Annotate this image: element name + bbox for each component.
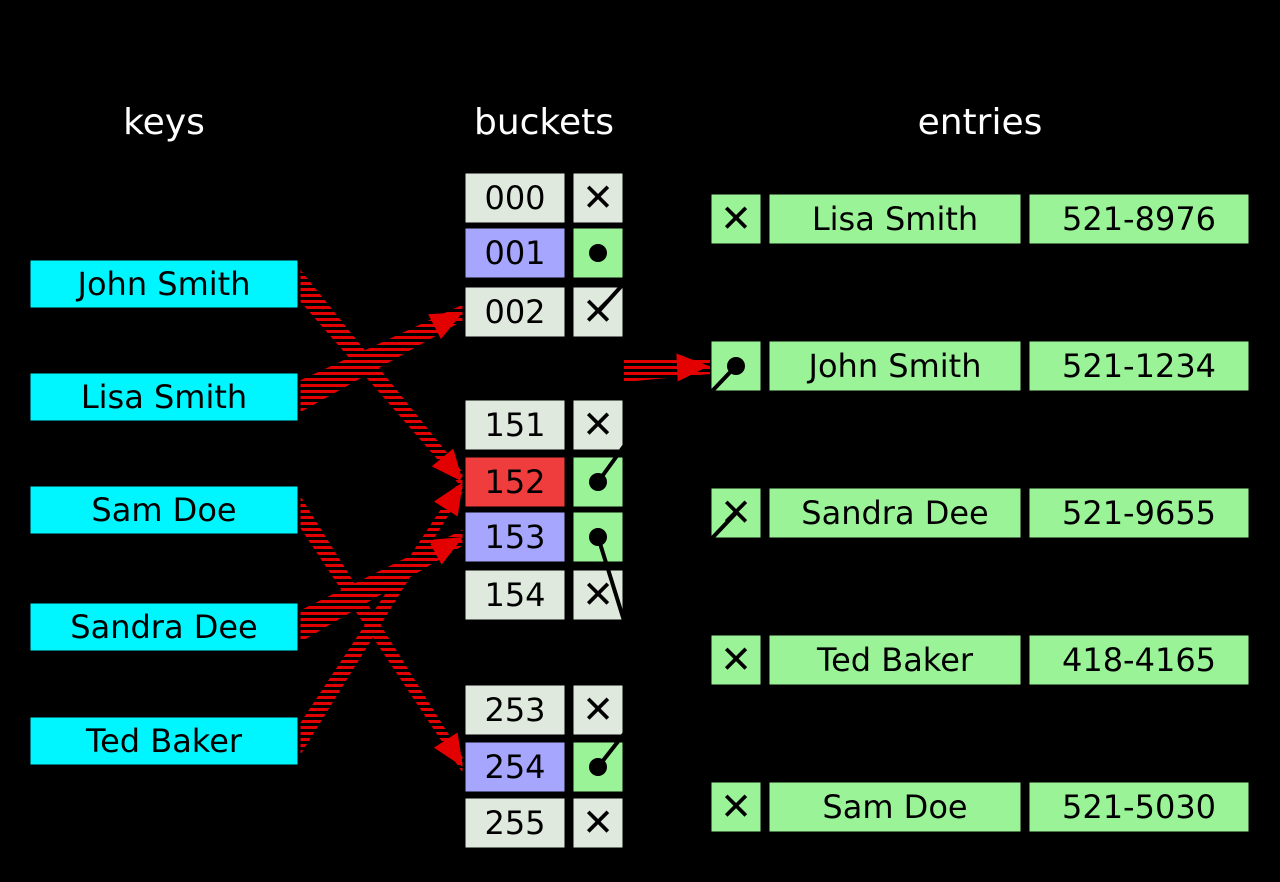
arrowhead <box>678 502 710 524</box>
entry-name-label: Lisa Smith <box>812 200 978 238</box>
bucket-index-label: 154 <box>484 576 545 614</box>
bucket-index-label: 152 <box>484 463 545 501</box>
pointer-dot-icon <box>589 244 607 262</box>
key-label: John Smith <box>76 265 251 303</box>
null-icon: ✕ <box>720 638 752 682</box>
entry-name-label: Ted Baker <box>816 641 974 679</box>
header-buckets: buckets <box>474 102 614 143</box>
entry-name-label: John Smith <box>807 347 982 385</box>
null-icon: ✕ <box>582 176 614 220</box>
key-label: Sam Doe <box>91 491 236 529</box>
bucket-index-label: 254 <box>484 748 545 786</box>
null-icon: ✕ <box>582 403 614 447</box>
bucket-index-label: 002 <box>484 293 545 331</box>
bucket-index-label: 001 <box>484 234 545 272</box>
null-icon: ✕ <box>582 688 614 732</box>
bucket-index-label: 000 <box>484 179 545 217</box>
entry-phone-label: 521-5030 <box>1062 788 1216 826</box>
null-icon: ✕ <box>720 785 752 829</box>
null-icon: ✕ <box>720 197 752 241</box>
key-label: Ted Baker <box>85 722 243 760</box>
null-icon: ✕ <box>582 801 614 845</box>
bucket-index-label: 151 <box>484 406 545 444</box>
arrowhead <box>688 773 710 807</box>
header-entries: entries <box>918 102 1043 143</box>
bucket-index-label: 153 <box>484 518 545 556</box>
entry-phone-label: 418-4165 <box>1062 641 1216 679</box>
hash-arrow <box>299 494 464 775</box>
entry-phone-label: 521-1234 <box>1062 347 1216 385</box>
bucket-index-label: 255 <box>484 804 545 842</box>
header-keys: keys <box>123 102 205 143</box>
overflow-block <box>464 354 624 387</box>
null-icon: ✕ <box>720 491 752 535</box>
entry-phone-label: 521-9655 <box>1062 494 1216 532</box>
key-label: Lisa Smith <box>81 378 247 416</box>
arrowhead <box>678 219 710 248</box>
bucket-index-label: 253 <box>484 691 545 729</box>
key-label: Sandra Dee <box>70 608 257 646</box>
entry-phone-label: 521-8976 <box>1062 200 1216 238</box>
entry-name-label: Sandra Dee <box>801 494 988 532</box>
entry-name-label: Sam Doe <box>822 788 967 826</box>
